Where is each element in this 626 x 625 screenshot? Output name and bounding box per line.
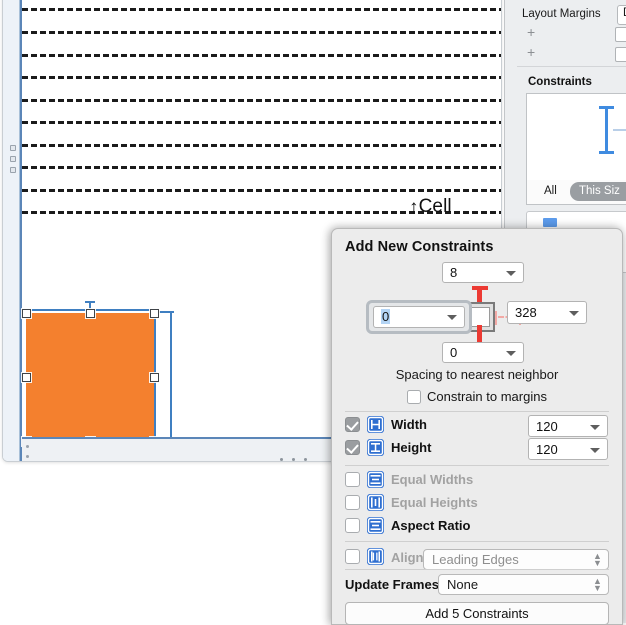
popover-title: Add New Constraints xyxy=(345,239,494,255)
equal-widths-label: Equal Widths xyxy=(391,472,474,487)
width-icon xyxy=(367,416,384,433)
cell-separator xyxy=(22,121,501,124)
cell-separator xyxy=(22,76,501,79)
top-spacing-value: 8 xyxy=(450,265,458,280)
height-icon xyxy=(367,439,384,456)
resize-handle-middle-right[interactable] xyxy=(150,373,159,382)
cell-separator xyxy=(22,31,501,34)
equal-widths-checkbox[interactable] xyxy=(345,472,360,487)
aspect-ratio-checkbox[interactable] xyxy=(345,518,360,533)
table-view[interactable] xyxy=(20,0,501,225)
equal-heights-option-row[interactable]: Equal Heights xyxy=(332,492,622,515)
top-spacing-combo[interactable]: 8 xyxy=(442,262,524,283)
update-frames-value: None xyxy=(447,577,479,592)
height-label: Height xyxy=(391,440,432,455)
resize-handle-top-left[interactable] xyxy=(22,309,31,318)
scene-resize-handle[interactable] xyxy=(10,145,16,178)
equal-widths-icon xyxy=(367,471,384,488)
scene-left-gutter[interactable] xyxy=(3,0,20,461)
aspect-ratio-icon xyxy=(367,517,384,534)
cell-separator xyxy=(22,8,501,11)
layout-margins-popup[interactable]: D xyxy=(617,5,626,25)
bottom-spacing-value: 0 xyxy=(450,345,458,360)
equal-heights-icon xyxy=(367,494,384,511)
width-value: 120 xyxy=(536,419,558,434)
add-new-constraints-popover[interactable]: Add New Constraints 8 0 328 0 Spacing to… xyxy=(331,228,623,625)
cell-separator xyxy=(22,189,501,192)
resize-handle-top-right[interactable] xyxy=(150,309,159,318)
cell-callout-text: Cell xyxy=(418,196,452,217)
selected-orange-view[interactable] xyxy=(26,313,154,441)
chevron-down-icon xyxy=(569,311,579,316)
width-option-row[interactable]: Width 120 xyxy=(332,414,622,437)
add-margin-row-2-button[interactable]: + xyxy=(527,44,535,60)
chevron-down-icon xyxy=(447,315,457,320)
chevron-down-icon xyxy=(506,351,516,356)
resize-handle-middle-left[interactable] xyxy=(22,373,31,382)
segment-this-size[interactable]: This Siz xyxy=(570,182,626,201)
cell-separator xyxy=(22,166,501,169)
constrain-to-margins-row[interactable]: Constrain to margins xyxy=(332,389,622,404)
add-constraints-button[interactable]: Add 5 Constraints xyxy=(345,602,609,625)
height-value-combo[interactable]: 120 xyxy=(528,438,608,460)
align-value: Leading Edges xyxy=(432,552,519,567)
constraint-dash-line xyxy=(613,129,626,131)
scene-bottom-left-dots xyxy=(26,445,29,461)
spacing-note: Spacing to nearest neighbor xyxy=(395,367,559,382)
height-option-row[interactable]: Height 120 xyxy=(332,437,622,460)
constrain-to-margins-label: Constrain to margins xyxy=(427,389,547,404)
align-pulldown[interactable]: Leading Edges ▲ ▼ xyxy=(423,549,609,570)
align-option-row[interactable]: Align Leading Edges ▲ ▼ xyxy=(332,545,622,570)
layout-margins-label: Layout Margins xyxy=(522,8,601,20)
width-checkbox[interactable] xyxy=(345,417,360,432)
constraints-section-header: Constraints xyxy=(528,76,592,88)
chevron-down-icon xyxy=(506,271,516,276)
cell-separator xyxy=(22,99,501,102)
update-frames-pulldown[interactable]: None ▲ ▼ xyxy=(438,574,609,595)
margin-checkbox-1[interactable] xyxy=(615,27,626,42)
up-arrow-icon: ↑ xyxy=(409,197,419,218)
constraint-cap-top xyxy=(599,106,614,109)
chevron-updown-icon: ▲ ▼ xyxy=(593,551,602,568)
aspect-ratio-option-row[interactable]: Aspect Ratio xyxy=(332,515,622,538)
right-spacing-combo[interactable]: 328 xyxy=(507,301,587,324)
constrain-to-margins-checkbox[interactable] xyxy=(407,390,422,404)
height-value: 120 xyxy=(536,442,558,457)
equal-widths-option-row[interactable]: Equal Widths xyxy=(332,469,622,492)
equal-heights-label: Equal Heights xyxy=(391,495,478,510)
width-value-combo[interactable]: 120 xyxy=(528,415,608,437)
bottom-spacing-combo[interactable]: 0 xyxy=(442,342,524,363)
align-checkbox[interactable] xyxy=(345,549,360,564)
scene-bottom-grabber[interactable] xyxy=(280,448,316,461)
width-label: Width xyxy=(391,417,427,432)
left-spacing-combo[interactable]: 0 xyxy=(373,306,465,328)
align-icon xyxy=(367,548,384,565)
cell-separator xyxy=(22,144,501,147)
align-label: Align xyxy=(391,550,424,565)
equal-heights-checkbox[interactable] xyxy=(345,495,360,510)
top-constraint-cap xyxy=(85,301,95,303)
inspector-blue-chip xyxy=(543,218,557,227)
chevron-down-icon xyxy=(590,448,600,453)
chevron-updown-icon: ▲ ▼ xyxy=(593,576,602,593)
constraints-list-box[interactable] xyxy=(526,93,626,181)
chevron-down-icon xyxy=(590,425,600,430)
left-spacing-value: 0 xyxy=(381,309,391,324)
trailing-constraint-bar xyxy=(170,311,172,443)
resize-handle-top-center[interactable] xyxy=(86,309,95,318)
cell-callout-label: ↑Cell xyxy=(409,196,452,218)
cell-separator xyxy=(22,54,501,57)
constraint-vertical-bar xyxy=(605,106,608,154)
margin-checkbox-2[interactable] xyxy=(615,47,626,62)
right-spacing-value: 328 xyxy=(515,305,537,320)
constraint-widget-inner xyxy=(470,307,490,327)
update-frames-label: Update Frames xyxy=(345,577,439,592)
constraints-filter-segments[interactable]: All This Siz xyxy=(526,180,626,205)
aspect-ratio-label: Aspect Ratio xyxy=(391,518,471,533)
add-margin-row-1-button[interactable]: + xyxy=(527,24,535,40)
height-checkbox[interactable] xyxy=(345,440,360,455)
segment-all[interactable]: All xyxy=(544,185,557,197)
constraint-cap-bottom xyxy=(599,151,614,154)
